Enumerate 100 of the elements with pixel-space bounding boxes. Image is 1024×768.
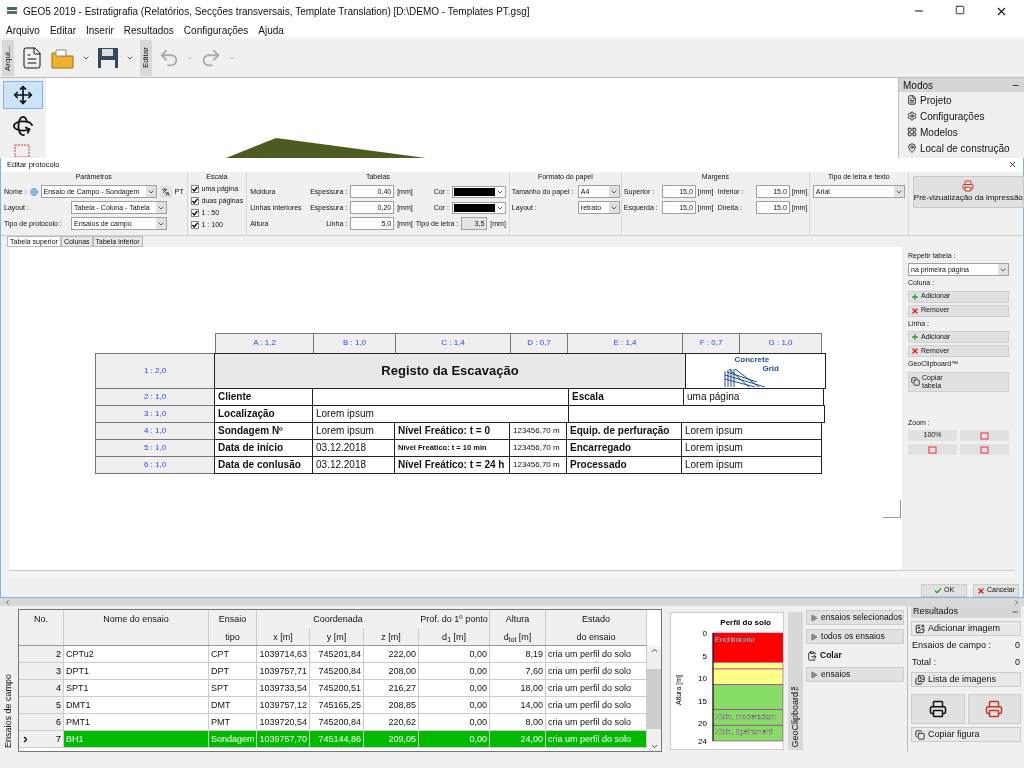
close-icon[interactable] bbox=[1008, 160, 1017, 170]
copy-button[interactable]: ensaios selecionados bbox=[806, 610, 905, 625]
images-icon bbox=[915, 674, 926, 685]
scroll-up-icon[interactable] bbox=[649, 646, 659, 655]
table-cell: Data de conlusão bbox=[214, 455, 313, 474]
column-header: Ensaio tipo bbox=[209, 610, 257, 645]
panel-title: Modos bbox=[903, 78, 933, 93]
tick-label: 15 bbox=[698, 696, 707, 706]
print-button[interactable] bbox=[911, 694, 965, 724]
table-row[interactable]: 2 CPTu2 CPT 1039714,63 745201,84 222,00 0,00 8,19 cria um perfil do solo bbox=[19, 646, 647, 663]
table-row[interactable]: 4 SPT1 SPT 1039733,54 745200,51 216,27 0,00 18,00 cria um perfil do solo bbox=[19, 680, 647, 697]
print-to-file-button[interactable] bbox=[967, 694, 1021, 724]
table-cell: 24,00 bbox=[490, 731, 546, 747]
table-cell: SPT bbox=[209, 680, 257, 696]
toolbar-label: Arqui... bbox=[2, 39, 14, 76]
table-cell: 1039757,71 bbox=[257, 663, 310, 679]
paste-button[interactable]: Colar bbox=[806, 648, 905, 663]
row-number: 2 bbox=[19, 646, 64, 662]
label: Ensaios de campo : bbox=[912, 639, 992, 652]
grid-icon bbox=[907, 127, 917, 137]
table-cell: 208,85 bbox=[364, 697, 419, 713]
table-cell: DPT bbox=[209, 663, 257, 679]
menu-item[interactable]: Resultados bbox=[123, 22, 174, 38]
column-header[interactable]: A : 1,2 bbox=[215, 332, 314, 354]
column-header[interactable]: C : 1,4 bbox=[395, 332, 511, 354]
close-icon bbox=[977, 586, 985, 595]
panel-title: Resultados bbox=[913, 605, 959, 619]
tick-label: 10 bbox=[698, 674, 707, 683]
check-icon bbox=[933, 586, 942, 595]
open-folder-icon[interactable] bbox=[50, 46, 76, 69]
gear-icon bbox=[907, 111, 917, 121]
table-cell: 1039757,12 bbox=[257, 697, 310, 713]
table-cell: 1039714,63 bbox=[257, 646, 310, 662]
table-cell: SPT1 bbox=[64, 680, 209, 696]
menu-item[interactable]: Ajuda bbox=[258, 22, 284, 38]
logo-text: Grid bbox=[762, 363, 779, 373]
mode-item[interactable]: Modelos bbox=[899, 124, 1024, 140]
column-header: Nome do ensaio bbox=[64, 610, 209, 645]
copy-button[interactable]: ensaios bbox=[806, 667, 905, 682]
translate-icon bbox=[161, 187, 170, 196]
table-row[interactable]: 5 DMT1 DMT 1039757,12 745165,25 208,85 0,00 14,00 cria um perfil do solo bbox=[19, 697, 647, 714]
mode-item[interactable]: Local de construção bbox=[899, 140, 1024, 156]
copy-button[interactable]: todos os ensaios bbox=[806, 629, 905, 644]
column-header[interactable]: F : 0,7 bbox=[682, 332, 740, 354]
table-row[interactable]: 7 BH1 Sondagem 1039757,70 745144,86 209,05 0,00 24,00 cria um perfil do solo bbox=[19, 731, 647, 748]
column-header[interactable]: B : 1,0 bbox=[313, 332, 396, 354]
menu-item[interactable]: Inserir bbox=[86, 22, 114, 38]
table-row[interactable]: 3 DPT1 DPT 1039757,71 745200,84 208,00 0,00 7,60 cria um perfil do solo bbox=[19, 663, 647, 680]
scroll-thumb[interactable] bbox=[647, 668, 661, 729]
panel-label: GeoClipboard™ bbox=[788, 682, 801, 748]
translate-button[interactable] bbox=[159, 185, 172, 198]
app-icon bbox=[6, 5, 18, 17]
column-header: Altura d$_{tot}$ [m] bbox=[490, 610, 546, 645]
table-cell: 0,00 bbox=[419, 697, 490, 713]
move-tool-button[interactable] bbox=[3, 81, 43, 109]
table-cell: DMT bbox=[209, 697, 257, 713]
tick-label: 5 bbox=[702, 651, 707, 661]
menu-item[interactable]: Configurações bbox=[183, 22, 249, 38]
scroll-right-icon[interactable] bbox=[1013, 598, 1020, 606]
play-icon bbox=[810, 670, 819, 679]
rotate-icon[interactable] bbox=[12, 115, 34, 137]
table-cell: 0,00 bbox=[419, 646, 490, 662]
table-cell: 745200,84 bbox=[310, 714, 364, 730]
chart-title: Perfil do solo bbox=[720, 618, 771, 627]
scroll-down-icon[interactable] bbox=[649, 742, 659, 751]
mode-item[interactable]: Projeto bbox=[899, 92, 1024, 108]
column-header: y [m] bbox=[310, 628, 364, 646]
column-header[interactable]: E : 1,4 bbox=[567, 332, 683, 354]
scroll-left-icon[interactable] bbox=[4, 598, 11, 606]
image-list-button[interactable]: Lista de imagens bbox=[911, 672, 1021, 687]
copy-icon bbox=[915, 729, 926, 740]
table-cell: Lorem ipsum bbox=[681, 455, 822, 474]
copy-figure-button[interactable]: Copiar figura bbox=[911, 727, 1021, 742]
menu-item[interactable]: Arquivo bbox=[6, 22, 40, 38]
maximize-icon[interactable] bbox=[955, 4, 965, 15]
printer-icon bbox=[985, 700, 1004, 718]
table-cell: 0,00 bbox=[419, 680, 490, 696]
table-cell: 8,19 bbox=[490, 646, 546, 662]
new-file-icon[interactable] bbox=[20, 45, 44, 70]
table-cell: 216,27 bbox=[364, 680, 419, 696]
frame-icon bbox=[928, 445, 937, 454]
table-cell: 209,05 bbox=[364, 731, 419, 747]
color-picker[interactable] bbox=[451, 201, 506, 214]
table-cell: 18,00 bbox=[490, 680, 546, 696]
table-cell: DMT1 bbox=[64, 697, 209, 713]
row-header[interactable]: 1 : 2,0 bbox=[95, 352, 215, 389]
column-header[interactable]: G : 1,0 bbox=[739, 332, 822, 354]
print-preview-button[interactable]: Pré-vizualização da impressão bbox=[912, 175, 1024, 208]
tick-label: 0 bbox=[702, 629, 707, 638]
table-cell: 208,00 bbox=[364, 663, 419, 679]
color-picker[interactable] bbox=[451, 185, 506, 198]
add-image-icon bbox=[915, 623, 926, 634]
globe-icon bbox=[29, 187, 38, 196]
column-header[interactable]: D : 0,7 bbox=[510, 332, 568, 354]
toolbar-label: Editar bbox=[140, 39, 152, 76]
label: Total : bbox=[912, 655, 937, 669]
add-image-button[interactable]: Adicionar imagem bbox=[911, 621, 1021, 636]
count-value: 0 bbox=[1015, 639, 1020, 652]
menu-item[interactable]: Editar bbox=[49, 22, 77, 38]
mode-item[interactable]: Configurações bbox=[899, 108, 1024, 124]
